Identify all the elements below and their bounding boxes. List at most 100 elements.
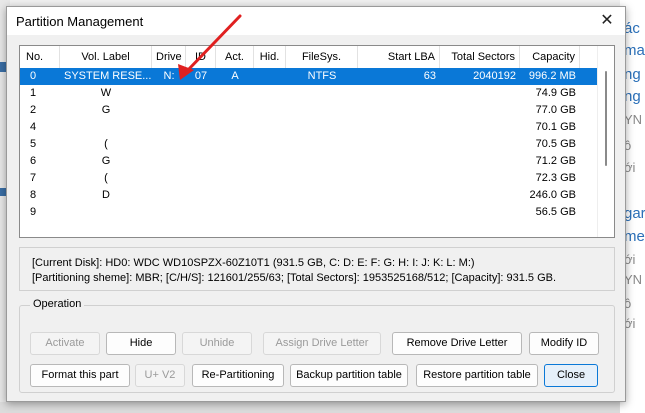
cell-capacity: 246.0 GB	[529, 189, 576, 201]
cell-total	[440, 136, 520, 153]
cell-capacity: 77.0 GB	[535, 104, 576, 116]
cell-fs	[286, 85, 358, 102]
cell-id	[186, 187, 216, 204]
cell-capacity: 74.9 GB	[535, 87, 576, 99]
format-this-part-button[interactable]: Format this part	[30, 364, 130, 387]
cell-hid	[254, 153, 286, 170]
cell-fs	[286, 204, 358, 221]
cell-no: 0	[30, 70, 37, 82]
remove-drive-letter-button[interactable]: Remove Drive Letter	[392, 332, 522, 355]
scrollbar-thumb[interactable]	[605, 71, 607, 166]
cell-total	[440, 119, 520, 136]
operation-title: Operation	[30, 298, 85, 310]
column-header-drive[interactable]: Drive	[152, 46, 186, 68]
cell-lba	[358, 119, 440, 136]
close-icon[interactable]: ✕	[597, 11, 617, 31]
close-button[interactable]: Close	[544, 364, 598, 387]
cell-vol: (	[104, 138, 108, 150]
cell-id	[186, 170, 216, 187]
column-header-start-lba[interactable]: Start LBA	[358, 46, 440, 68]
cell-hid	[254, 102, 286, 119]
table-row[interactable]: 5 (70.5 GB	[20, 136, 600, 153]
u-plus-v2-button[interactable]: U+ V2	[135, 364, 185, 387]
table-row[interactable]: 6 G 71.2 GB	[20, 153, 600, 170]
background-text-fragment: ác	[624, 20, 640, 37]
table-row[interactable]: 9 56.5 GB	[20, 204, 600, 221]
cell-vol: G	[101, 155, 111, 167]
cell-fs	[286, 102, 358, 119]
table-row[interactable]: 4 70.1 GB	[20, 119, 600, 136]
cell-lba	[358, 187, 440, 204]
activate-button[interactable]: Activate	[30, 332, 100, 355]
cell-drive: N:	[163, 70, 175, 82]
cell-no: 9	[30, 206, 37, 218]
cell-id	[186, 204, 216, 221]
cell-capacity: 56.5 GB	[535, 206, 576, 218]
partition-table[interactable]: No. Vol. Label Drive ID Act. Hid. FileSy…	[19, 45, 615, 238]
assign-drive-letter-button[interactable]: Assign Drive Letter	[263, 332, 381, 355]
table-row[interactable]: 7 (72.3 GB	[20, 170, 600, 187]
cell-capacity: 72.3 GB	[535, 172, 576, 184]
cell-fs	[286, 170, 358, 187]
table-row[interactable]: 8 D 246.0 GB	[20, 187, 600, 204]
column-header-id[interactable]: ID	[186, 46, 216, 68]
backup-partition-table-button[interactable]: Backup partition table	[290, 364, 408, 387]
background-text-fragment: YN	[624, 112, 643, 127]
table-row[interactable]: 1 W 74.9 GB	[20, 85, 600, 102]
partition-management-dialog: Partition Management ✕ No. Vol. Label Dr…	[6, 6, 626, 402]
modify-id-button[interactable]: Modify ID	[529, 332, 599, 355]
background-window-bottom	[0, 402, 620, 413]
cell-fs	[286, 187, 358, 204]
column-header-total-sectors[interactable]: Total Sectors	[440, 46, 520, 68]
unhide-button[interactable]: Unhide	[182, 332, 252, 355]
re-partitioning-button[interactable]: Re-Partitioning	[192, 364, 284, 387]
cell-id	[186, 136, 216, 153]
cell-total	[440, 102, 520, 119]
hide-button[interactable]: Hide	[106, 332, 176, 355]
cell-capacity: 70.1 GB	[535, 121, 576, 133]
cell-hid	[254, 187, 286, 204]
column-header-filesys[interactable]: FileSys.	[286, 46, 358, 68]
cell-fs	[286, 119, 358, 136]
table-scrollbar[interactable]	[597, 46, 614, 237]
background-text-fragment: ng	[624, 66, 641, 83]
cell-hid	[254, 85, 286, 102]
cell-no: 5	[30, 138, 37, 150]
cell-hid	[254, 68, 286, 85]
cell-vol: (	[104, 172, 108, 184]
cell-lba	[358, 85, 440, 102]
restore-partition-table-button[interactable]: Restore partition table	[416, 364, 538, 387]
cell-lba	[358, 153, 440, 170]
background-text-fragment: ma	[624, 42, 645, 59]
column-header-capacity[interactable]: Capacity	[520, 46, 580, 68]
cell-fs: NTFS	[307, 70, 337, 82]
table-row[interactable]: 0 SYSTEM RESE... N: 07 A NTFS 63 2040192 996.2 M…	[20, 68, 600, 85]
table-row[interactable]: 2 G 77.0 GB	[20, 102, 600, 119]
cell-act	[216, 204, 254, 221]
cell-vol: SYSTEM RESE...	[64, 70, 152, 82]
column-header-no[interactable]: No.	[20, 46, 60, 68]
column-header-act[interactable]: Act.	[216, 46, 254, 68]
cell-total	[440, 153, 520, 170]
disk-info-box: [Current Disk]: HD0: WDC WD10SPZX-60Z10T…	[19, 247, 615, 291]
cell-lba	[358, 204, 440, 221]
cell-total	[440, 204, 520, 221]
cell-drive	[152, 153, 186, 170]
column-header-hid[interactable]: Hid.	[254, 46, 286, 68]
dialog-title: Partition Management	[16, 14, 144, 29]
background-text-fragment: YN	[624, 272, 643, 287]
cell-act	[216, 153, 254, 170]
column-header-vol-label[interactable]: Vol. Label	[60, 46, 152, 68]
cell-no: 2	[30, 104, 37, 116]
cell-total	[440, 187, 520, 204]
cell-no: 6	[30, 155, 37, 167]
cell-id	[186, 119, 216, 136]
cell-act	[216, 85, 254, 102]
cell-vol	[60, 119, 152, 136]
cell-act	[216, 170, 254, 187]
cell-lba	[358, 136, 440, 153]
cell-hid	[254, 204, 286, 221]
cell-id: 07	[194, 70, 208, 82]
cell-id	[186, 153, 216, 170]
cell-drive	[152, 204, 186, 221]
